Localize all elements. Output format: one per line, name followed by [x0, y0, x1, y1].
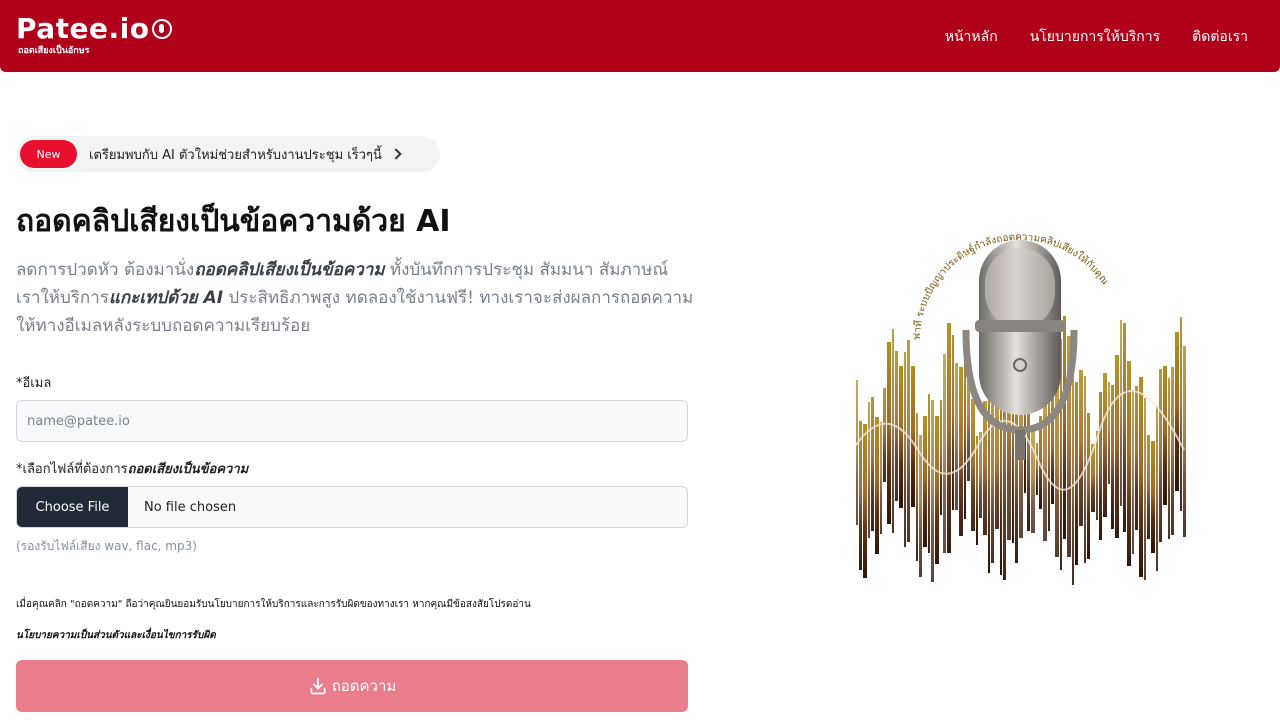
- logo[interactable]: Patee.io ถอดเสียงเป็นอักษร: [16, 14, 172, 57]
- soundwave-bar: [899, 366, 903, 508]
- soundwave-bar: [871, 397, 874, 531]
- soundwave-bar: [947, 323, 951, 553]
- logo-subtitle: ถอดเสียงเป็นอักษร: [18, 46, 90, 56]
- submit-label: ถอดความ: [331, 677, 397, 695]
- soundwave-bar: [1072, 373, 1074, 585]
- soundwave-bar: [940, 400, 942, 515]
- lead-text-1: ลดการปวดหัว ต้องมานั่ง: [16, 260, 195, 280]
- soundwave-bar: [952, 335, 954, 510]
- page-title: ถอดคลิปเสียงเป็นข้อความด้วย AI: [16, 204, 451, 239]
- file-status: No file chosen: [144, 499, 237, 515]
- soundwave-bar: [1171, 367, 1174, 535]
- soundwave-bar: [1163, 366, 1167, 505]
- soundwave-bar: [1075, 382, 1078, 565]
- soundwave-bar: [1115, 355, 1119, 538]
- file-input[interactable]: Choose File No file chosen: [16, 486, 688, 528]
- soundwave-bar: [923, 416, 927, 547]
- soundwave-bar: [943, 354, 946, 553]
- soundwave-bar: [1099, 392, 1102, 540]
- soundwave-bar: [880, 422, 882, 534]
- soundwave-bar: [1043, 385, 1047, 541]
- soundwave-bar: [1087, 413, 1090, 559]
- lead-emphasis-2: แกะเทปด้วย AI: [108, 288, 224, 308]
- chevron-right-icon: [390, 148, 402, 160]
- main-nav: หน้าหลัก นโยบายการให้บริการ ติดต่อเรา: [945, 26, 1248, 48]
- soundwave-bar: [907, 340, 910, 542]
- soundwave-bar: [868, 402, 870, 538]
- announcement-pill[interactable]: New เตรียมพบกับ AI ตัวใหม่ช่วยสำหรับงานป…: [16, 136, 440, 172]
- file-label-emphasis: ถอดเสียงเป็นข้อความ: [127, 462, 249, 477]
- soundwave-bar: [971, 399, 975, 531]
- submit-button[interactable]: ถอดความ: [16, 660, 688, 712]
- soundwave-bar: [892, 329, 894, 533]
- soundwave-bar: [1175, 332, 1179, 491]
- soundwave-bar: [883, 388, 886, 482]
- soundwave-bar: [1135, 386, 1138, 530]
- email-input[interactable]: [16, 400, 688, 442]
- soundwave-bar: [859, 421, 862, 570]
- soundwave-bar: [1168, 378, 1170, 539]
- soundwave-bar: [1108, 382, 1110, 484]
- soundwave-bar: [1096, 431, 1098, 520]
- soundwave-bar: [856, 380, 858, 525]
- soundwave-bar: [875, 417, 879, 554]
- soundwave-bar: [1147, 435, 1150, 539]
- lead-emphasis-1: ถอดคลิปเสียงเป็นข้อความ: [194, 260, 385, 280]
- nav-link-terms[interactable]: นโยบายการให้บริการ: [1030, 26, 1160, 48]
- soundwave-bar: [983, 401, 987, 535]
- soundwave-bar: [911, 366, 915, 507]
- email-label: *อีเมล: [16, 376, 52, 391]
- soundwave-bar: [1159, 369, 1162, 542]
- soundwave-bar: [1103, 373, 1107, 517]
- soundwave-bar: [1156, 406, 1158, 571]
- nav-link-contact[interactable]: ติดต่อเรา: [1192, 26, 1248, 48]
- soundwave-bar: [1079, 370, 1083, 526]
- download-icon: [310, 677, 326, 695]
- announcement-text: เตรียมพบกับ AI ตัวใหม่ช่วยสำหรับงานประชุ…: [89, 147, 382, 163]
- logo-wordmark: Patee.io: [16, 14, 172, 44]
- soundwave-bar: [959, 367, 963, 536]
- soundwave-bar: [1123, 323, 1126, 532]
- soundwave-bar: [1180, 317, 1182, 511]
- microphone-soundwave-illustration: ฟาที ระบบปัญญาประดิษฐ์กำลังถอดความคลิปเส…: [855, 232, 1186, 585]
- file-format-hint: (รองรับไฟล์เสียง wav, flac, mp3): [16, 539, 197, 553]
- new-badge: New: [20, 140, 77, 168]
- soundwave-bar: [979, 432, 982, 518]
- soundwave-bar: [964, 351, 966, 519]
- soundwave-bar: [916, 413, 918, 561]
- file-label-text: *เลือกไฟล์ที่ต้องการ: [16, 462, 128, 477]
- logo-mic-icon: [151, 19, 172, 39]
- soundwave-bar: [904, 352, 906, 547]
- soundwave-bar: [1132, 390, 1134, 554]
- soundwave-bar: [935, 416, 939, 564]
- soundwave-bar: [928, 394, 930, 553]
- logo-text: Patee.io: [16, 12, 150, 45]
- nav-link-home[interactable]: หน้าหลัก: [945, 26, 998, 48]
- soundwave-bar: [1048, 385, 1050, 531]
- soundwave-bar: [863, 424, 867, 578]
- soundwave-bar: [1151, 441, 1155, 553]
- lead-paragraph: ลดการปวดหัว ต้องมานั่งถอดคลิปเสียงเป็นข้…: [16, 256, 696, 340]
- choose-file-button[interactable]: Choose File: [17, 487, 128, 527]
- top-navbar: Patee.io ถอดเสียงเป็นอักษร หน้าหลัก นโยบ…: [0, 0, 1280, 72]
- soundwave-bar: [976, 436, 978, 545]
- privacy-policy-link[interactable]: นโยบายความเป็นส่วนตัวและเงื่อนไขการรับผิ…: [16, 628, 216, 643]
- soundwave-bar: [931, 400, 934, 582]
- file-label: *เลือกไฟล์ที่ต้องการถอดเสียงเป็นข้อความ: [16, 458, 248, 479]
- soundwave-bar: [887, 342, 891, 524]
- soundwave-bar: [1139, 377, 1143, 577]
- soundwave-bar: [1111, 385, 1114, 529]
- soundwave-bar: [1063, 316, 1066, 539]
- soundwave-bar: [955, 363, 958, 510]
- soundwave-bar: [1144, 398, 1146, 580]
- soundwave-bar: [1120, 320, 1122, 506]
- soundwave-bar: [1031, 428, 1035, 533]
- consent-text: เมื่อคุณคลิก "ถอดความ" ถือว่าคุณยินยอมรั…: [16, 599, 531, 610]
- soundwave-bar: [1036, 443, 1038, 495]
- soundwave-bar: [1183, 346, 1186, 537]
